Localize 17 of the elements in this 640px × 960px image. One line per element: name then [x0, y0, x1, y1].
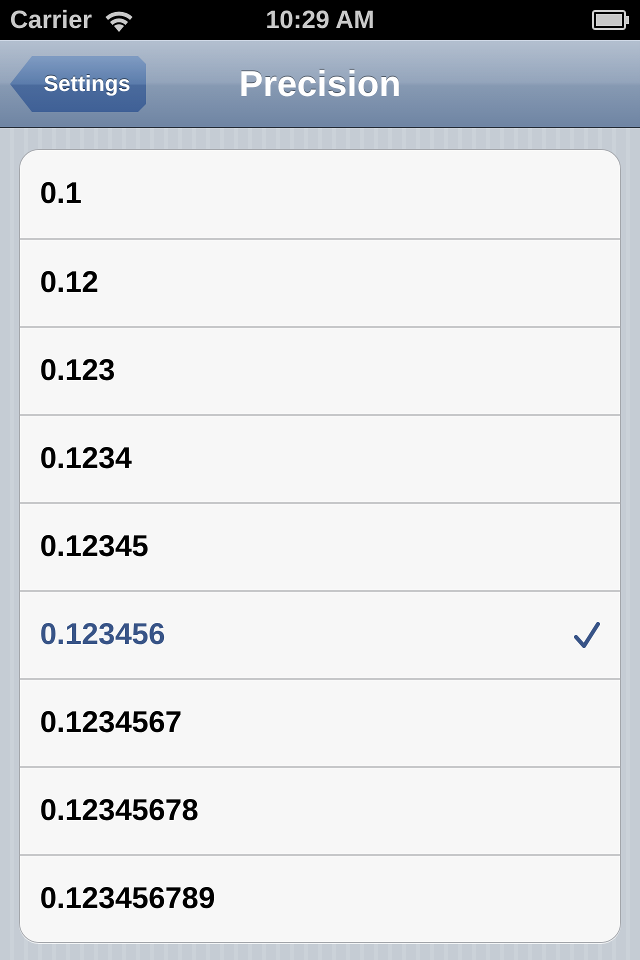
- nav-title: Precision: [238, 63, 402, 105]
- checkmark-icon: [574, 622, 600, 648]
- option-label: 0.12345678: [40, 794, 198, 828]
- option-label: 0.12: [40, 266, 98, 300]
- option-label: 0.12345: [40, 530, 148, 564]
- option-label: 0.123: [40, 354, 116, 388]
- option-label: 0.1234567: [40, 706, 182, 740]
- battery-icon: [592, 10, 630, 30]
- option-label: 0.1: [40, 177, 82, 211]
- option-row[interactable]: 0.123456789: [20, 854, 620, 942]
- option-label: 0.123456789: [40, 882, 216, 916]
- option-label: 0.123456: [40, 618, 166, 652]
- wifi-icon: [104, 8, 134, 32]
- back-button[interactable]: Settings: [10, 56, 146, 112]
- carrier-label: Carrier: [10, 8, 92, 32]
- clock-time: 10:29 AM: [266, 8, 374, 32]
- option-label: 0.1234: [40, 442, 132, 476]
